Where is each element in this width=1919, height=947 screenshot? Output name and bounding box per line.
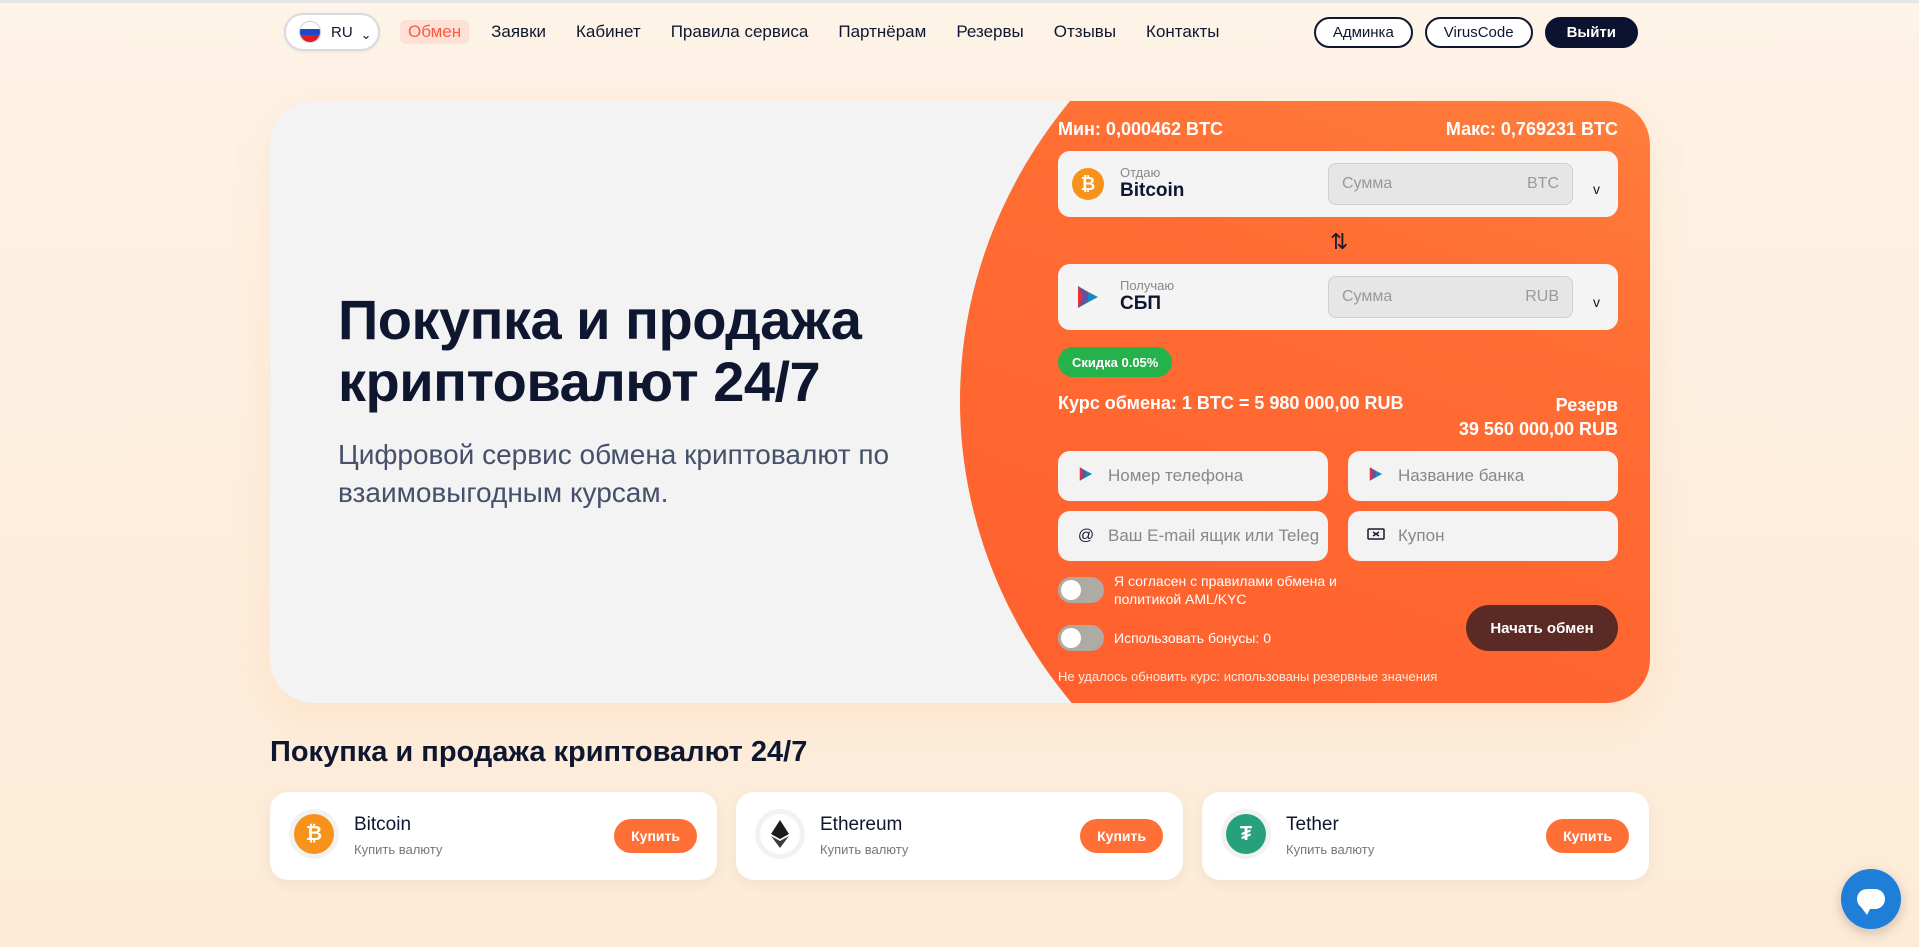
bonus-toggle[interactable] xyxy=(1058,625,1104,651)
user-button[interactable]: VirusCode xyxy=(1424,16,1533,48)
bitcoin-icon: ₿ xyxy=(1072,168,1104,200)
chat-button[interactable] xyxy=(1841,869,1901,929)
admin-button[interactable]: Админка xyxy=(1313,16,1413,48)
reserve-value: 39 560 000,00 RUB xyxy=(1458,419,1618,439)
give-caption: Отдаю xyxy=(1120,165,1161,180)
card-subtitle: Купить валюту xyxy=(354,842,443,857)
sbp-icon xyxy=(1366,466,1386,487)
card-name: Bitcoin xyxy=(354,814,412,835)
bonus-label: Использовать бонусы: 0 xyxy=(1114,630,1271,646)
menu-item-reserves[interactable]: Резервы xyxy=(956,20,1023,44)
main-menu: Обмен Заявки Кабинет Правила сервиса Пар… xyxy=(400,20,1249,44)
exchange-rate: Курс обмена: 1 BTC = 5 980 000,00 RUB xyxy=(1058,393,1404,413)
get-caption: Получаю xyxy=(1120,278,1175,293)
get-currency-box[interactable]: Получаю СБП Сумма RUB v xyxy=(1058,264,1618,330)
rate-warning: Не удалось обновить курс: использованы р… xyxy=(1058,669,1438,684)
buy-button[interactable]: Купить xyxy=(614,819,697,853)
give-currency-box[interactable]: ₿ Отдаю Bitcoin Сумма BTC v xyxy=(1058,151,1618,217)
at-icon: @ xyxy=(1077,527,1095,544)
coupon-placeholder: Купон xyxy=(1398,526,1445,545)
menu-item-rules[interactable]: Правила сервиса xyxy=(671,20,809,44)
exchange-form: Мин: 0,000462 BTC Макс: 0,769231 BTC ₿ О… xyxy=(1058,101,1618,703)
discount-badge: Скидка 0.05% xyxy=(1058,347,1173,377)
swap-icon[interactable]: ⇅ xyxy=(1330,229,1348,255)
hero-subtitle: Цифровой сервис обмена криптовалют по вз… xyxy=(338,439,890,508)
buy-button[interactable]: Купить xyxy=(1546,819,1629,853)
top-nav: RU ⌄ Обмен Заявки Кабинет Правила сервис… xyxy=(284,13,1638,51)
language-selector[interactable]: RU ⌄ xyxy=(284,13,380,51)
agree-toggle[interactable] xyxy=(1058,577,1104,603)
top-border xyxy=(0,0,1919,3)
agree-label: Я согласен с правилами обмена и политико… xyxy=(1114,573,1337,607)
menu-item-cabinet[interactable]: Кабинет xyxy=(576,20,641,44)
min-limit: Мин: 0,000462 BTC xyxy=(1058,119,1223,139)
currency-card-bitcoin: ₿ Bitcoin Купить валюту Купить xyxy=(270,792,717,880)
get-amount-input[interactable]: Сумма RUB xyxy=(1328,276,1573,318)
currency-card-tether: ₮ Tether Купить валюту Купить xyxy=(1202,792,1649,880)
email-input[interactable]: @ Ваш E-mail ящик или Teleg xyxy=(1058,511,1328,561)
card-subtitle: Купить валюту xyxy=(1286,842,1375,857)
menu-item-exchange[interactable]: Обмен xyxy=(400,20,470,44)
agree-toggle-row: Я согласен с правилами обмена и политико… xyxy=(1058,572,1358,608)
buy-button[interactable]: Купить xyxy=(1080,819,1163,853)
menu-item-reviews[interactable]: Отзывы xyxy=(1054,20,1116,44)
max-limit: Макс: 0,769231 BTC xyxy=(1445,119,1618,139)
hero-title: Покупка и продажа криптовалют 24/7 xyxy=(338,288,862,413)
logout-button[interactable]: Выйти xyxy=(1544,16,1638,48)
russia-flag-icon xyxy=(299,21,321,43)
limits-row: Мин: 0,000462 BTC Макс: 0,769231 BTC xyxy=(1058,119,1618,140)
bank-placeholder: Название банка xyxy=(1398,466,1525,485)
give-amount-unit: BTC xyxy=(1527,175,1559,192)
bank-input[interactable]: Название банка xyxy=(1348,451,1618,501)
bonus-toggle-row: Использовать бонусы: 0 xyxy=(1058,625,1271,651)
reserve-label: Резерв xyxy=(1555,395,1618,415)
currency-card-ethereum: Ethereum Купить валюту Купить xyxy=(736,792,1183,880)
coupon-input[interactable]: Купон xyxy=(1348,511,1618,561)
give-amount-placeholder: Сумма xyxy=(1342,175,1393,192)
menu-item-orders[interactable]: Заявки xyxy=(491,20,546,44)
menu-item-contacts[interactable]: Контакты xyxy=(1146,20,1219,44)
card-name: Ethereum xyxy=(820,814,903,835)
give-amount-input[interactable]: Сумма BTC xyxy=(1328,163,1573,205)
menu-item-partners[interactable]: Партнёрам xyxy=(838,20,926,44)
card-subtitle: Купить валюту xyxy=(820,842,909,857)
get-currency-name: СБП xyxy=(1120,293,1162,314)
hero-section: Покупка и продажа криптовалют 24/7 Цифро… xyxy=(270,101,1650,703)
sbp-icon xyxy=(1076,466,1096,487)
get-amount-placeholder: Сумма xyxy=(1342,288,1393,305)
give-currency-name: Bitcoin xyxy=(1120,180,1185,201)
section-title: Покупка и продажа криптовалют 24/7 xyxy=(270,736,808,768)
tether-icon: ₮ xyxy=(1226,814,1266,854)
nav-buttons: Админка VirusCode Выйти xyxy=(1313,16,1638,48)
chevron-down-icon[interactable]: v xyxy=(1593,181,1600,197)
ethereum-icon xyxy=(760,814,800,854)
reserve-info: Резерв 39 560 000,00 RUB xyxy=(1459,393,1618,441)
card-name: Tether xyxy=(1286,814,1339,835)
phone-input[interactable]: Номер телефона xyxy=(1058,451,1328,501)
chat-bubble-icon xyxy=(1857,889,1885,915)
chevron-down-icon[interactable]: v xyxy=(1593,294,1600,310)
phone-placeholder: Номер телефона xyxy=(1108,466,1244,485)
start-exchange-button[interactable]: Начать обмен xyxy=(1466,605,1618,651)
language-label: RU xyxy=(331,23,353,41)
bitcoin-icon: ₿ xyxy=(294,814,334,854)
get-amount-unit: RUB xyxy=(1525,288,1559,305)
coupon-icon xyxy=(1366,527,1386,545)
email-placeholder: Ваш E-mail ящик или Teleg xyxy=(1108,526,1320,545)
sbp-icon xyxy=(1072,281,1104,313)
chevron-down-icon: ⌄ xyxy=(360,27,372,42)
